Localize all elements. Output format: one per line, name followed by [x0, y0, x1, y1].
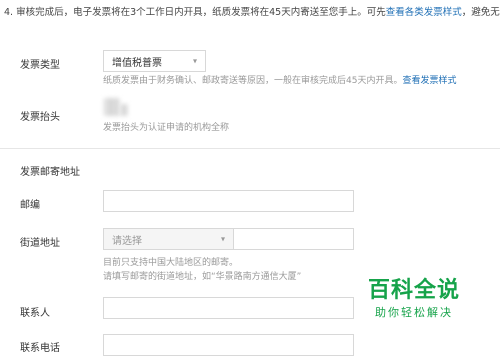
- region-select-placeholder: 请选择: [112, 235, 142, 247]
- street-hint-line2: 请填写邮寄的街道地址，如“华景路南方通信大厦”: [103, 272, 302, 282]
- postcode-label: 邮编: [20, 200, 40, 211]
- invoice-type-selected: 增值税普票: [112, 57, 162, 69]
- phone-input[interactable]: [103, 334, 354, 356]
- chevron-down-icon: ▾: [192, 56, 197, 66]
- section-divider: [0, 148, 500, 149]
- street-hint-line1: 目前只支持中国大陆地区的邮寄。: [103, 258, 239, 268]
- invoice-type-label: 发票类型: [20, 60, 60, 71]
- chevron-down-icon: ▾: [220, 234, 225, 244]
- watermark-logo: 百科全说 助你轻松解决: [368, 272, 460, 320]
- invoice-type-hint: 纸质发票由于财务确认、邮政寄送等原因，一般在审核完成后45天内开具。查看发票样式: [103, 74, 456, 88]
- invoice-type-hint-text: 纸质发票由于财务确认、邮政寄送等原因，一般在审核完成后45天内开具。: [103, 76, 403, 86]
- contact-input[interactable]: [103, 297, 354, 319]
- view-invoice-styles-link[interactable]: 查看各类发票样式: [386, 7, 462, 18]
- invoice-title-label: 发票抬头: [20, 112, 60, 123]
- notice-text-after: ，避免无法报销。: [461, 7, 500, 18]
- mailing-section-title: 发票邮寄地址: [20, 167, 80, 178]
- notice-text-before: 4. 审核完成后，电子发票将在3个工作日内开具，纸质发票将在45天内寄送至您手上…: [4, 7, 386, 18]
- street-address-label: 街道地址: [20, 238, 60, 249]
- region-select[interactable]: 请选择 ▾: [103, 228, 234, 250]
- invoice-title-value-redacted: [104, 98, 120, 116]
- contact-label: 联系人: [20, 308, 50, 319]
- watermark-subtitle: 助你轻松解决: [375, 306, 453, 319]
- postcode-input[interactable]: [103, 190, 354, 212]
- notice-text: 4. 审核完成后，电子发票将在3个工作日内开具，纸质发票将在45天内寄送至您手上…: [4, 6, 500, 20]
- view-styles-link[interactable]: 查看发票样式: [402, 76, 456, 86]
- watermark-title: 百科全说: [368, 278, 461, 303]
- invoice-type-select[interactable]: 增值税普票 ▾: [103, 50, 206, 72]
- invoice-title-hint: 发票抬头为认证申请的机构全称: [103, 123, 230, 133]
- street-address-input[interactable]: [233, 228, 354, 250]
- invoice-title-value-redacted-2: [120, 104, 128, 116]
